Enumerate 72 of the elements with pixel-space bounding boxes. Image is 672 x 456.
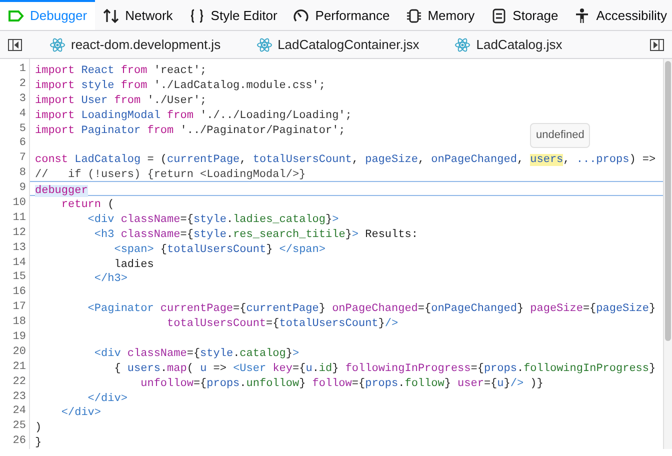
line-number: 1 [19, 62, 26, 77]
line-number: 7 [19, 151, 26, 166]
line-number: 10 [12, 196, 26, 211]
person-icon [574, 8, 590, 24]
atom-icon [256, 38, 272, 52]
code-line: ) [35, 422, 42, 434]
gauge-icon [293, 8, 310, 24]
line-number: 26 [12, 434, 26, 450]
source-tab[interactable]: react-dom.development.js [50, 34, 221, 54]
code-line: import style from './LadCatalog.module.css'; [35, 80, 326, 92]
line-number: 16 [12, 285, 26, 300]
code-line: // if (!users) {return <LoadingModal/>} [35, 169, 306, 182]
code-line: <h3 className={style.res_search_titile}> Results: [93, 228, 418, 241]
line-number: 2 [19, 76, 26, 92]
code-line: </h3> [93, 273, 128, 286]
sidebar-toggle-icon[interactable] [8, 38, 22, 50]
line-number: 11 [12, 210, 26, 226]
code-line: <div className={style.ladies_catalog}> [86, 214, 339, 226]
source-tab[interactable]: LadCatalog.jsx [455, 34, 562, 54]
toolbox-tab[interactable]: Performance [285, 0, 398, 30]
code-line: </div> [86, 392, 128, 405]
code-line: unfollow={props.unfollow} follow={props.follow} user={u}/> )} [140, 378, 544, 390]
toolbox-tab[interactable]: Debugger [0, 0, 96, 30]
line-number: 24 [12, 404, 26, 420]
storage-icon [490, 8, 507, 24]
code-line: <div className={style.catalog}> [93, 348, 300, 360]
line-number: 21 [12, 360, 26, 375]
panel-toggle-icon[interactable] [650, 38, 664, 50]
toolbox-tab[interactable]: Memory [398, 0, 483, 30]
code-line: totalUsersCount={totalUsersCount}/> [166, 318, 398, 330]
line-number: 17 [12, 300, 26, 316]
code-line: </div> [60, 407, 102, 420]
code-line: <Paginator currentPage={currentPage} onPageChanged={onPageChanged} pageSize={pageSize} [86, 303, 656, 316]
scrollbar[interactable] [663, 59, 672, 450]
toolbox-tab[interactable]: Network [95, 0, 181, 30]
line-number: 18 [12, 315, 26, 330]
line-number: 12 [12, 226, 26, 241]
line-number: 9 [19, 181, 26, 196]
arrows-icon [103, 8, 120, 24]
debugger-icon [8, 10, 24, 22]
line-number: 23 [12, 390, 26, 404]
code-line: import React from 'react'; [35, 65, 207, 77]
code-line: const LadCatalog = (currentPage, totalUsersCount, pageSize, onPageChanged, users, ...props) => [35, 154, 656, 166]
line-number: 4 [19, 106, 26, 122]
code-line: <span> {totalUsersCount} </span> [113, 244, 326, 256]
atom-icon [50, 38, 65, 52]
code-line: { users.map( u => <User key={u.id} followingInProgress={props.followingInProgress} [113, 362, 656, 375]
toolbox-tab[interactable]: Storage [482, 0, 566, 30]
braces-icon [188, 8, 205, 24]
line-number: 25 [12, 419, 26, 434]
line-number: 6 [19, 136, 26, 152]
line-number: 20 [12, 344, 26, 360]
toolbox-tab[interactable]: Style Editor [180, 0, 286, 30]
code-line: return ( [60, 199, 114, 212]
toolbox-tab[interactable]: Accessibility [566, 0, 672, 30]
line-number: 22 [12, 374, 26, 390]
line-number: 15 [12, 270, 26, 286]
source-tab[interactable]: LadCatalogContainer.jsx [256, 34, 420, 54]
code-line: import LoadingModal from './../Loading/Loading'; [35, 110, 352, 122]
line-number: 14 [12, 256, 26, 270]
line-number: 3 [19, 92, 26, 107]
line-number: 13 [12, 240, 26, 256]
line-number: 19 [12, 330, 26, 345]
line-number: 8 [19, 166, 26, 182]
line-number: 5 [19, 122, 26, 136]
atom-icon [455, 38, 470, 52]
tooltip: undefined [530, 123, 590, 148]
code-line: import Paginator from '../Paginator/Paginator'; [35, 124, 346, 137]
code-line: import User from './User'; [35, 94, 207, 107]
code-line: } [35, 437, 42, 450]
code-line: ladies [113, 258, 154, 271]
chip-icon [406, 8, 422, 24]
